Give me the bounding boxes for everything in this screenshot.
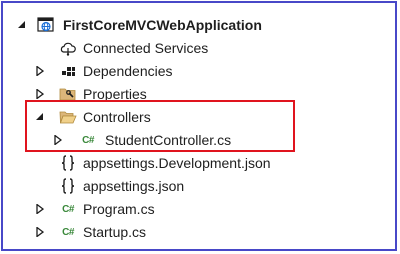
project-name: FirstCoreMVCWebApplication	[63, 17, 262, 33]
collapsed-triangle-icon[interactable]	[35, 204, 45, 214]
dependencies-icon	[59, 62, 77, 80]
cloud-icon	[59, 39, 77, 57]
tree-item-appsettings-development[interactable]: appsettings.Development.json	[3, 152, 395, 174]
json-file-icon	[59, 154, 77, 172]
tree-item-appsettings[interactable]: appsettings.json	[3, 175, 395, 197]
tree-item-label: Dependencies	[83, 63, 173, 79]
expanded-triangle-icon[interactable]	[17, 20, 27, 30]
csharp-file-icon: C#	[62, 203, 74, 215]
tree-item-label: Startup.cs	[83, 224, 147, 240]
solution-explorer-panel: FirstCoreMVCWebApplication Connected Ser…	[1, 1, 397, 251]
json-file-icon	[59, 177, 77, 195]
highlight-box	[25, 100, 295, 152]
tree-item-label: Program.cs	[83, 201, 155, 217]
tree-item-connected-services[interactable]: Connected Services	[3, 37, 395, 59]
project-node[interactable]: FirstCoreMVCWebApplication	[3, 14, 395, 36]
tree-item-label: appsettings.Development.json	[83, 155, 271, 171]
tree-item-startup[interactable]: C# Startup.cs	[3, 221, 395, 243]
collapsed-triangle-icon[interactable]	[35, 66, 45, 76]
tree-item-program[interactable]: C# Program.cs	[3, 198, 395, 220]
collapsed-triangle-icon[interactable]	[35, 89, 45, 99]
web-project-icon	[37, 16, 55, 34]
collapsed-triangle-icon[interactable]	[35, 227, 45, 237]
tree-item-label: appsettings.json	[83, 178, 185, 194]
csharp-file-icon: C#	[62, 226, 74, 238]
tree-item-dependencies[interactable]: Dependencies	[3, 60, 395, 82]
tree-item-label: Connected Services	[83, 40, 209, 56]
